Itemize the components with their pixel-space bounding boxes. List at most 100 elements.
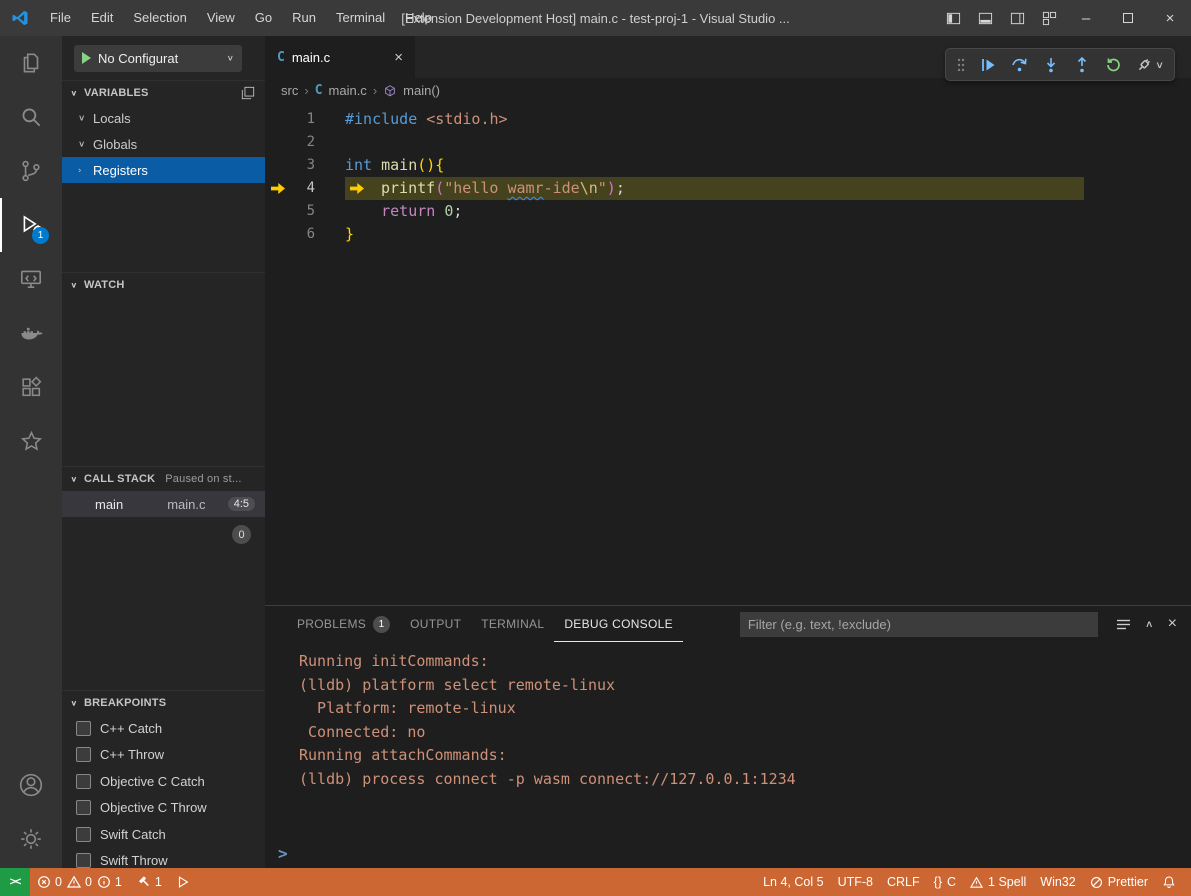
continue-icon[interactable] — [979, 56, 997, 74]
platform-indicator[interactable]: Win32 — [1033, 875, 1082, 889]
menu-terminal[interactable]: Terminal — [326, 0, 395, 36]
close-icon[interactable]: × — [1168, 615, 1177, 633]
language-mode[interactable]: {} C — [927, 875, 963, 889]
restart-icon[interactable] — [1104, 56, 1122, 74]
breadcrumb-file[interactable]: main.c — [329, 83, 367, 98]
toggle-panel-icon[interactable] — [969, 0, 1001, 36]
hamburger-lines-icon[interactable] — [1116, 618, 1131, 631]
breakpoint-label: Swift Throw — [100, 853, 168, 868]
panel-tab-terminal[interactable]: TERMINAL — [471, 606, 554, 642]
minimize-icon[interactable]: – — [1065, 0, 1107, 36]
toggle-sidebar-icon[interactable] — [937, 0, 969, 36]
sidebar-item-run-and-debug[interactable]: 1 — [0, 198, 62, 252]
close-icon[interactable]: × — [1149, 0, 1191, 36]
maximize-icon[interactable] — [1107, 0, 1149, 36]
menu-edit[interactable]: Edit — [81, 0, 123, 36]
breakpoint-item[interactable]: Swift Throw — [62, 848, 265, 869]
customize-layout-icon[interactable] — [1033, 0, 1065, 36]
disconnect-button[interactable]: ∨ — [1135, 56, 1164, 74]
breakpoints-header[interactable]: ∨ BREAKPOINTS — [62, 691, 265, 715]
close-icon[interactable]: × — [394, 49, 403, 66]
breakpoint-checkbox[interactable] — [76, 747, 91, 762]
variables-item-globals[interactable]: ∨Globals — [62, 131, 265, 157]
glyph-margin[interactable] — [265, 154, 291, 177]
console-filter-input[interactable] — [740, 612, 1098, 637]
call-stack-header[interactable]: ∨ CALL STACK Paused on st... — [62, 467, 265, 491]
sidebar-item-docker[interactable] — [0, 306, 62, 360]
breakpoint-item[interactable]: C++ Catch — [62, 715, 265, 742]
sidebar-item-source-control[interactable] — [0, 144, 62, 198]
debug-status[interactable] — [169, 868, 197, 896]
code-line[interactable]: 2 — [265, 131, 1191, 154]
eol-indicator[interactable]: CRLF — [880, 875, 927, 889]
breakpoint-item[interactable]: C++ Throw — [62, 742, 265, 769]
sidebar-item-extensions[interactable] — [0, 360, 62, 414]
copy-icon[interactable] — [241, 86, 255, 100]
token: \n — [580, 179, 598, 197]
menu-selection[interactable]: Selection — [123, 0, 196, 36]
breakpoint-item[interactable]: Swift Catch — [62, 821, 265, 848]
code-line[interactable]: 6} — [265, 223, 1191, 246]
breakpoint-checkbox[interactable] — [76, 774, 91, 789]
code-editor[interactable]: ∨ 1#include <stdio.h>23int main(){4print… — [265, 103, 1191, 605]
breakpoint-item[interactable]: Objective C Throw — [62, 795, 265, 822]
code-line[interactable]: 4printf("hello wamr-ide\n"); — [265, 177, 1191, 200]
watch-header[interactable]: ∨ WATCH — [62, 273, 265, 297]
cursor-position[interactable]: Ln 4, Col 5 — [756, 875, 830, 889]
debug-console-output[interactable]: Running initCommands:(lldb) platform sel… — [265, 642, 1191, 868]
panel-tab-debug-console[interactable]: DEBUG CONSOLE — [554, 606, 683, 642]
breadcrumb-symbol[interactable]: main() — [403, 83, 440, 98]
variables-header[interactable]: ∨ VARIABLES — [62, 81, 265, 105]
toggle-secondary-sidebar-icon[interactable] — [1001, 0, 1033, 36]
problems-status[interactable]: 0 0 1 — [30, 868, 129, 896]
settings-button[interactable] — [0, 812, 62, 866]
disconnect-plug-icon — [1135, 56, 1153, 74]
console-prompt[interactable]: > — [278, 844, 288, 863]
step-over-icon[interactable] — [1010, 55, 1029, 74]
breakpoint-checkbox[interactable] — [76, 853, 91, 868]
code-line[interactable]: 1#include <stdio.h> — [265, 108, 1191, 131]
encoding-indicator[interactable]: UTF-8 — [831, 875, 880, 889]
drag-grip-icon[interactable] — [956, 57, 966, 73]
glyph-margin[interactable] — [265, 108, 291, 131]
stack-frame-row[interactable]: main main.c 4:5 — [62, 491, 265, 517]
variables-item-label: Locals — [93, 111, 131, 126]
chevron-right-icon: › — [373, 83, 377, 98]
glyph-margin[interactable] — [265, 177, 291, 200]
tab-main-c[interactable]: C main.c × — [265, 36, 415, 78]
panel-tab-problems[interactable]: PROBLEMS1 — [287, 606, 400, 642]
accounts-button[interactable] — [0, 758, 62, 812]
menu-go[interactable]: Go — [245, 0, 282, 36]
spell-checker-status[interactable]: 1 Spell — [963, 875, 1033, 889]
sidebar-item-explorer[interactable] — [0, 36, 62, 90]
breadcrumb-folder[interactable]: src — [281, 83, 298, 98]
sidebar-item-starred[interactable] — [0, 414, 62, 468]
breakpoint-checkbox[interactable] — [76, 800, 91, 815]
menu-file[interactable]: File — [40, 0, 81, 36]
glyph-margin[interactable] — [265, 200, 291, 223]
panel-tab-label: PROBLEMS — [297, 617, 366, 631]
menu-view[interactable]: View — [197, 0, 245, 36]
step-out-icon[interactable] — [1073, 56, 1091, 74]
debug-config-dropdown[interactable]: No Configurat ∨ — [74, 45, 242, 72]
formatter-status[interactable]: Prettier — [1083, 875, 1155, 889]
sidebar-item-remote-explorer[interactable] — [0, 252, 62, 306]
notifications-button[interactable] — [1155, 875, 1183, 889]
sidebar-item-search[interactable] — [0, 90, 62, 144]
panel-tab-output[interactable]: OUTPUT — [400, 606, 471, 642]
glyph-margin[interactable] — [265, 223, 291, 246]
breakpoint-item[interactable]: Objective C Catch — [62, 768, 265, 795]
menu-run[interactable]: Run — [282, 0, 326, 36]
glyph-margin[interactable] — [265, 131, 291, 154]
breakpoint-checkbox[interactable] — [76, 721, 91, 736]
variables-item-locals[interactable]: ∨Locals — [62, 105, 265, 131]
code-line[interactable]: 3int main(){ — [265, 154, 1191, 177]
start-debug-icon[interactable] — [82, 52, 91, 64]
remote-indicator[interactable]: >< — [0, 868, 30, 896]
breakpoint-checkbox[interactable] — [76, 827, 91, 842]
step-into-icon[interactable] — [1042, 56, 1060, 74]
variables-item-registers[interactable]: ›Registers — [62, 157, 265, 183]
toolchain-status[interactable]: 1 — [129, 868, 169, 896]
code-line[interactable]: 5 return 0; — [265, 200, 1191, 223]
chevron-up-icon[interactable]: ∧ — [1145, 618, 1154, 629]
